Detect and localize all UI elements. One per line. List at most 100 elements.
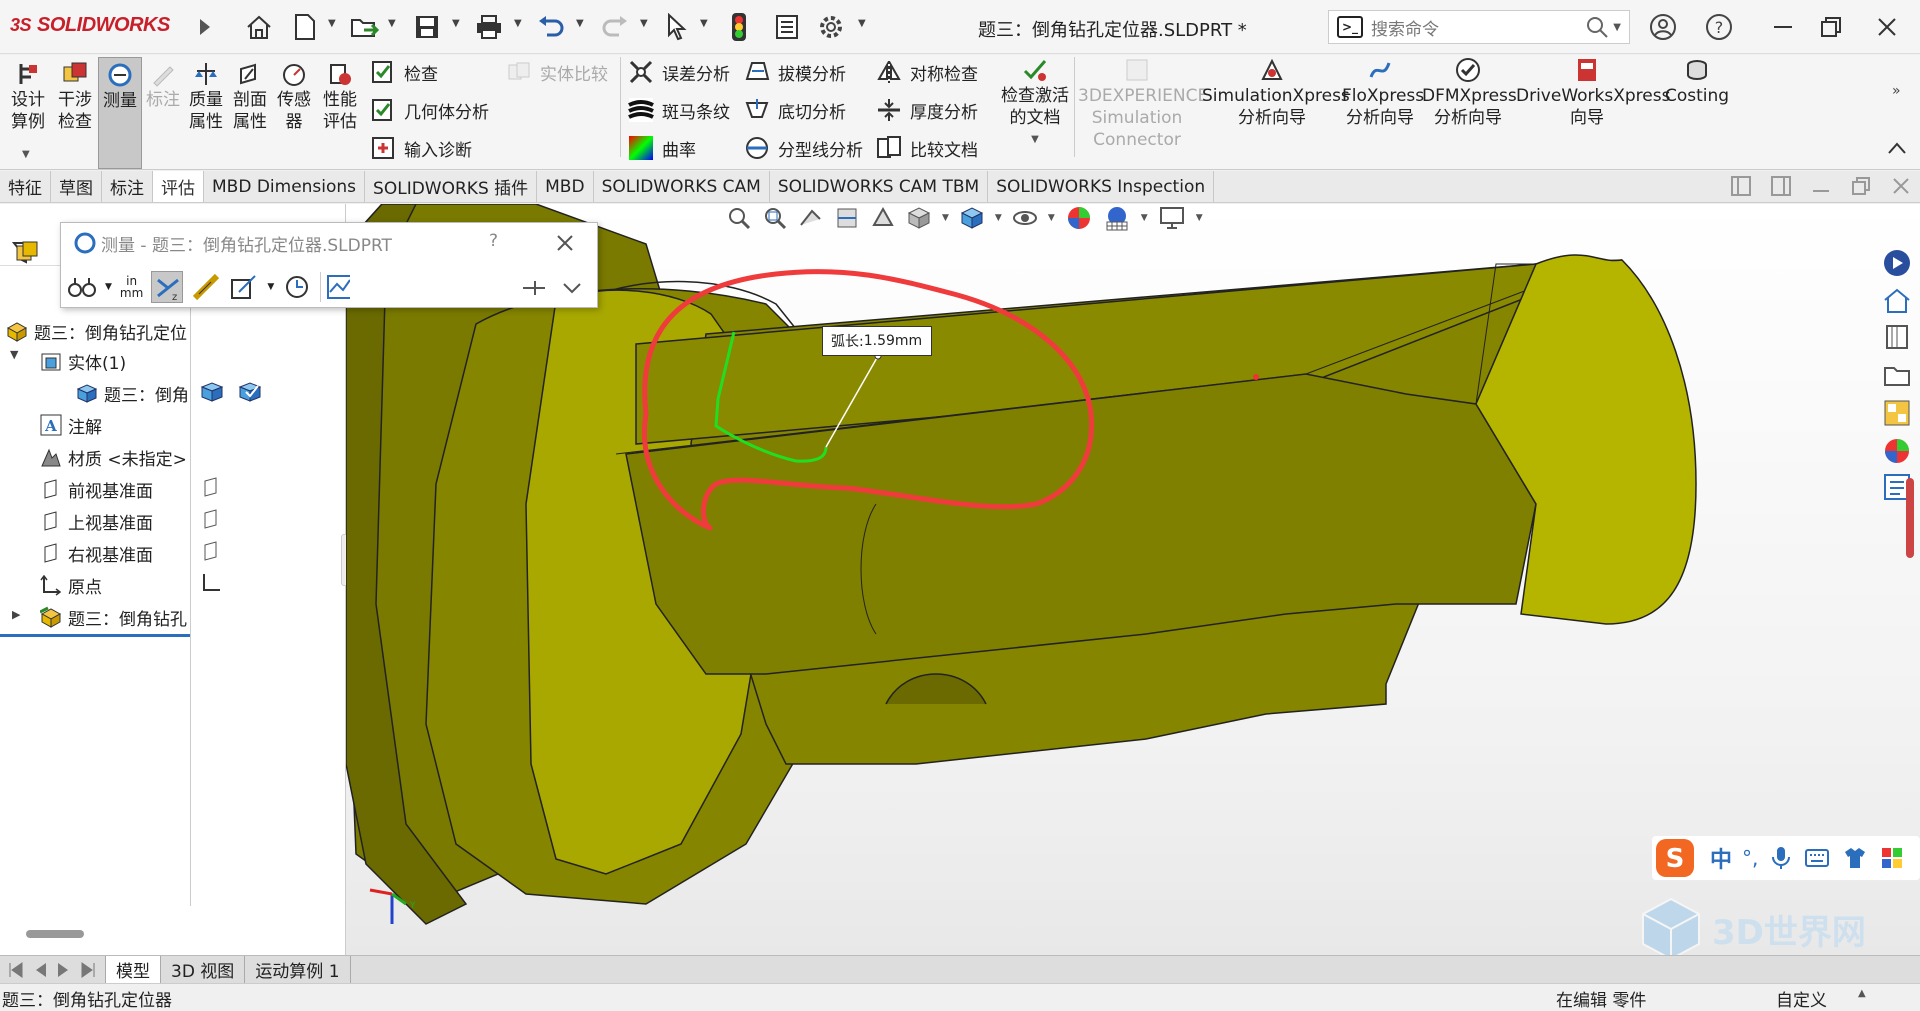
- measure-close-icon[interactable]: [555, 233, 575, 253]
- tab-mbd[interactable]: MBD: [537, 171, 594, 202]
- tree-root-part[interactable]: 题三：倒角钻孔定位: [6, 316, 187, 346]
- ime-toolbox-icon[interactable]: [1880, 846, 1904, 870]
- measure-button[interactable]: 测量: [98, 57, 142, 169]
- apply-scene-icon[interactable]: [1103, 204, 1131, 232]
- front-plane-visibility-icon[interactable]: [200, 476, 222, 498]
- tab-markup[interactable]: 标注: [102, 171, 153, 202]
- projection-icon[interactable]: [229, 272, 259, 302]
- appearances-icon[interactable]: [1882, 398, 1912, 428]
- restore-icon[interactable]: [1814, 10, 1848, 44]
- parting-line-analysis-button[interactable]: 分型线分析: [744, 133, 863, 163]
- ime-punctuation[interactable]: °,: [1742, 846, 1758, 870]
- scenes-icon[interactable]: [1882, 436, 1912, 466]
- import-diagnostics-button[interactable]: 输入诊断: [370, 133, 472, 163]
- ime-keyboard-icon[interactable]: [1804, 847, 1830, 869]
- next-tab-icon[interactable]: [54, 961, 74, 979]
- view-orientation-icon[interactable]: [906, 205, 932, 231]
- viewport-minimize-icon[interactable]: [1810, 175, 1832, 197]
- body-check-icon[interactable]: [238, 380, 262, 404]
- body-display-icon[interactable]: [200, 380, 224, 404]
- dynamic-annotation-icon[interactable]: [870, 205, 896, 231]
- previous-tab-icon[interactable]: [30, 961, 50, 979]
- display-style-dropdown-icon[interactable]: ▼: [995, 213, 1002, 223]
- new-icon[interactable]: [288, 10, 322, 44]
- units-dropdown-icon[interactable]: ▲: [1858, 988, 1866, 999]
- zoom-to-fit-icon[interactable]: [726, 205, 752, 231]
- ime-skin-icon[interactable]: [1842, 846, 1868, 870]
- feature-manager-tab-icon[interactable]: [14, 240, 40, 266]
- select-dropdown-icon[interactable]: ▼: [700, 18, 714, 36]
- tab-mbd-dimensions[interactable]: MBD Dimensions: [204, 171, 366, 202]
- expand-solid-bodies-icon[interactable]: ▼: [10, 348, 18, 361]
- tree-origin[interactable]: 原点: [40, 570, 102, 600]
- units-precision-button[interactable]: in mm: [120, 275, 143, 299]
- tab-solidworks-addins[interactable]: SOLIDWORKS 插件: [365, 171, 538, 202]
- rebuild-icon[interactable]: [722, 10, 756, 44]
- section-view-icon[interactable]: [834, 205, 860, 231]
- file-explorer-icon[interactable]: [1882, 322, 1912, 352]
- search-icon[interactable]: [1585, 15, 1609, 39]
- hide-show-items-icon[interactable]: [1012, 205, 1038, 231]
- tab-evaluate[interactable]: 评估: [153, 171, 204, 202]
- tab-sketch[interactable]: 草图: [51, 171, 102, 202]
- tab-motion-study[interactable]: 运动算例 1: [245, 956, 351, 983]
- new-dropdown-icon[interactable]: ▼: [328, 18, 342, 36]
- 3dexperience-connector-button[interactable]: 3DEXPERIENCE Simulation Connector: [1078, 57, 1208, 151]
- right-plane-visibility-icon[interactable]: [200, 540, 222, 562]
- print-icon[interactable]: [472, 10, 506, 44]
- origin-visibility-icon[interactable]: [200, 572, 222, 594]
- tree-annotations[interactable]: A 注解: [40, 410, 102, 440]
- home-icon[interactable]: [242, 10, 276, 44]
- performance-evaluation-button[interactable]: 性能 评估: [318, 61, 362, 133]
- open-icon[interactable]: [348, 10, 382, 44]
- thickness-analysis-button[interactable]: 厚度分析: [876, 95, 978, 125]
- previous-view-icon[interactable]: [798, 205, 824, 231]
- arc-measure-dropdown-icon[interactable]: ▼: [105, 282, 112, 292]
- geometry-analysis-button[interactable]: 几何体分析: [370, 95, 489, 125]
- view-settings-dropdown-icon[interactable]: ▼: [1196, 213, 1203, 223]
- tree-body[interactable]: 题三：倒角: [76, 378, 189, 408]
- tree-right-plane[interactable]: 右视基准面: [40, 538, 153, 568]
- open-dropdown-icon[interactable]: ▼: [388, 18, 402, 36]
- section-properties-button[interactable]: 剖面 属性: [230, 61, 270, 133]
- tab-features[interactable]: 特征: [0, 171, 51, 202]
- options-icon[interactable]: [814, 10, 848, 44]
- design-study-button[interactable]: 设计 算例: [8, 61, 48, 133]
- arc-circle-measure-icon[interactable]: [67, 274, 97, 300]
- point-to-point-icon[interactable]: [191, 272, 221, 302]
- tile-left-icon[interactable]: [1730, 175, 1752, 197]
- undo-dropdown-icon[interactable]: ▼: [576, 18, 590, 36]
- costing-button[interactable]: Costing: [1662, 57, 1732, 107]
- interference-check-button[interactable]: 干涉 检查: [54, 61, 96, 133]
- last-tab-icon[interactable]: [78, 961, 98, 979]
- top-plane-visibility-icon[interactable]: [200, 508, 222, 530]
- compare-documents-button[interactable]: 比较文档: [876, 133, 978, 163]
- symmetry-check-button[interactable]: 对称检查: [876, 57, 978, 87]
- select-icon[interactable]: [660, 10, 694, 44]
- floxpress-button[interactable]: FloXpress 分析向导: [1342, 57, 1424, 129]
- search-input[interactable]: 搜索命令: [1371, 15, 1585, 40]
- help-icon[interactable]: ?: [1702, 10, 1736, 44]
- expand-feature-icon[interactable]: ▶: [12, 608, 20, 621]
- tree-material[interactable]: 材质 <未指定>: [40, 442, 187, 472]
- projection-dropdown-icon[interactable]: ▼: [267, 282, 274, 292]
- curvature-button[interactable]: 曲率: [628, 133, 696, 163]
- zoom-to-area-icon[interactable]: [762, 205, 788, 231]
- measure-dialog[interactable]: 测量 - 题三：倒角钻孔定位器.SLDPRT ? ▼ in mm z ▼: [60, 222, 598, 308]
- simulationxpress-button[interactable]: SimulationXpress 分析向导: [1202, 57, 1350, 129]
- hide-show-dropdown-icon[interactable]: ▼: [1048, 213, 1055, 223]
- markup-button[interactable]: 标注: [144, 61, 182, 111]
- redo-dropdown-icon[interactable]: ▼: [640, 18, 654, 36]
- measure-history-icon[interactable]: [282, 272, 312, 302]
- undercut-analysis-button[interactable]: 底切分析: [744, 95, 846, 125]
- sensor-button[interactable]: 传感器: [274, 61, 314, 133]
- viewport-close-icon[interactable]: [1890, 175, 1912, 197]
- save-dropdown-icon[interactable]: ▼: [452, 18, 466, 36]
- deviation-analysis-button[interactable]: 误差分析: [628, 57, 730, 87]
- measure-help-button[interactable]: ?: [489, 231, 498, 251]
- file-props-icon[interactable]: [770, 10, 804, 44]
- check-button[interactable]: 检查: [370, 57, 438, 87]
- tab-solidworks-cam[interactable]: SOLIDWORKS CAM: [594, 171, 770, 202]
- solidworks-resources-icon[interactable]: [1882, 248, 1912, 278]
- save-icon[interactable]: [410, 10, 444, 44]
